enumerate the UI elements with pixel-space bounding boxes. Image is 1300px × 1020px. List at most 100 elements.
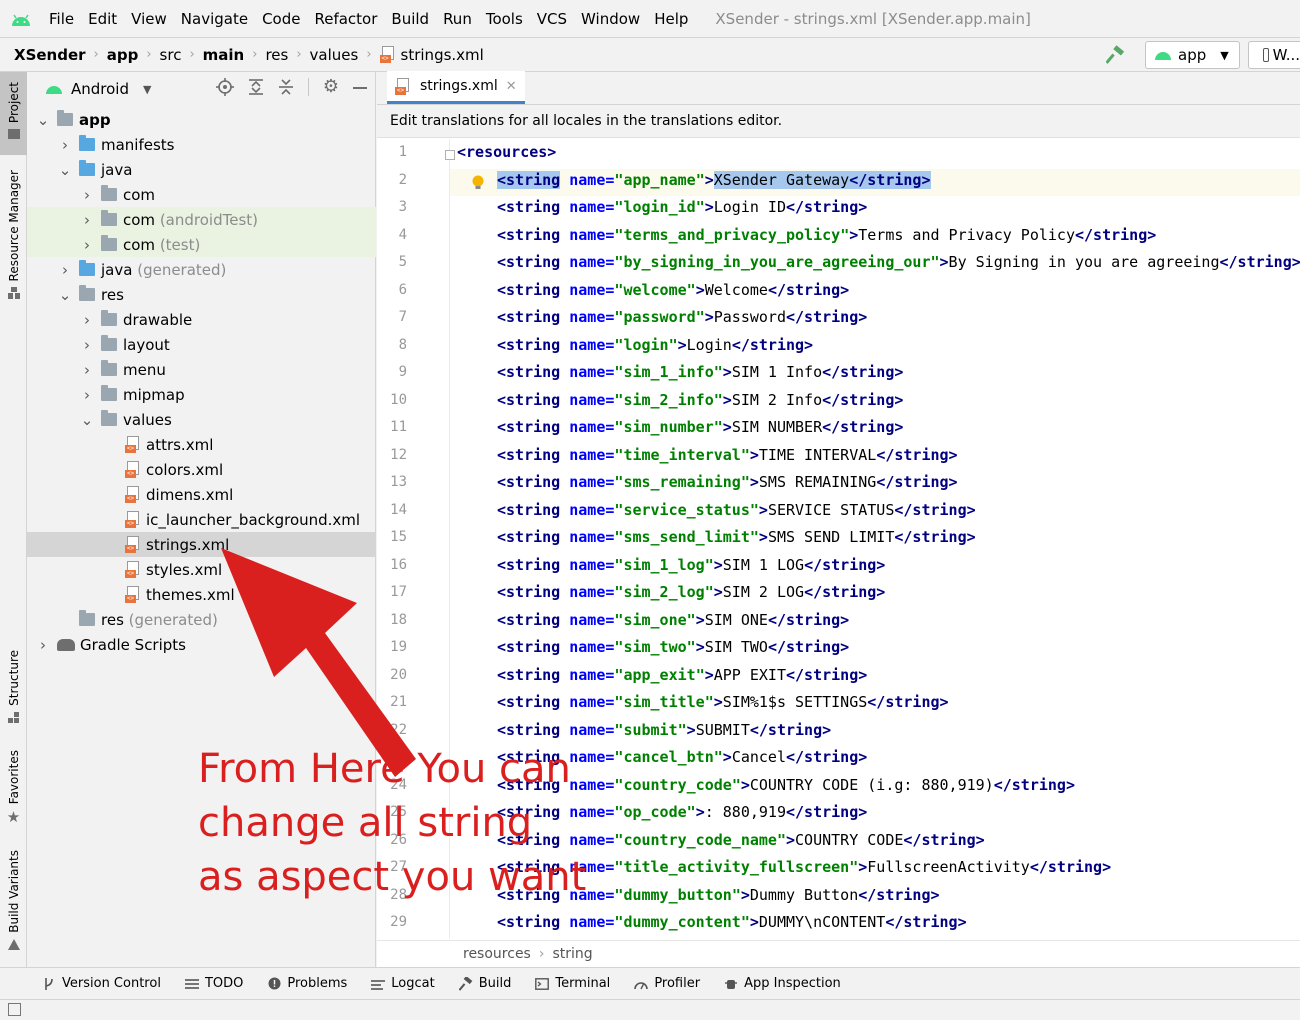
menu-tools[interactable]: Tools	[479, 10, 530, 28]
run-configuration-select[interactable]: app ▼	[1145, 41, 1240, 69]
tree-item-dimens-xml[interactable]: <> dimens.xml	[27, 482, 376, 507]
tool-tab-project[interactable]: Project	[0, 72, 27, 155]
chevron-down-icon[interactable]: ⌄	[59, 286, 72, 304]
tool-tab-build-variants[interactable]: Build Variants	[0, 850, 27, 952]
string-resource-value: Password	[713, 308, 786, 326]
tool-build[interactable]: Build	[458, 976, 511, 991]
tree-item-java-generated[interactable]: › java (generated)	[27, 257, 376, 282]
menu-build[interactable]: Build	[384, 10, 436, 28]
expand-all-icon[interactable]	[248, 78, 264, 96]
tree-item-styles-xml[interactable]: <> styles.xml	[27, 557, 376, 582]
menu-vcs[interactable]: VCS	[530, 10, 574, 28]
tree-item-drawable[interactable]: › drawable	[27, 307, 376, 332]
chevron-down-icon[interactable]: ⌄	[59, 161, 72, 179]
xml-attribute-name: name=	[569, 253, 615, 271]
tool-app-inspection[interactable]: App Inspection	[724, 976, 841, 991]
breadcrumb-values[interactable]: values	[310, 46, 359, 64]
tree-item-label: attrs.xml	[146, 435, 214, 454]
tool-logcat[interactable]: Logcat	[371, 976, 435, 991]
chevron-right-icon[interactable]: ›	[81, 236, 93, 254]
menu-run[interactable]: Run	[436, 10, 479, 28]
locate-target-icon[interactable]	[215, 78, 234, 96]
tool-tab-favorites[interactable]: Favorites ★	[0, 750, 27, 828]
chevron-down-icon[interactable]: ⌄	[37, 111, 50, 129]
tree-item-res[interactable]: ⌄ res	[27, 282, 376, 307]
translations-editor-banner: Edit translations for all locales in the…	[377, 105, 1300, 138]
chevron-right-icon[interactable]: ›	[81, 361, 93, 379]
tree-item-manifests[interactable]: › manifests	[27, 132, 376, 157]
chevron-right-icon[interactable]: ›	[81, 186, 93, 204]
tree-item-attrs-xml[interactable]: <> attrs.xml	[27, 432, 376, 457]
breadcrumb-module[interactable]: app	[107, 46, 139, 64]
string-resource-value: : 880,919	[704, 803, 786, 821]
tool-profiler[interactable]: Profiler	[634, 976, 700, 991]
menu-view[interactable]: View	[124, 10, 174, 28]
xml-close-tag: </string>	[849, 170, 931, 189]
tree-item-gradle-scripts[interactable]: › Gradle Scripts	[27, 632, 376, 657]
close-icon[interactable]: ✕	[506, 79, 517, 94]
menu-refactor[interactable]: Refactor	[307, 10, 384, 28]
editor-breadcrumb-resources[interactable]: resources	[463, 946, 531, 962]
tool-problems[interactable]: Problems	[267, 976, 347, 991]
string-resource-name: app_exit	[623, 665, 696, 684]
module-folder-icon	[57, 110, 73, 126]
editor-breadcrumb-string[interactable]: string	[552, 946, 592, 962]
xml-close-tag: </string>	[786, 665, 868, 684]
tree-item-ic-launcher-background-xml[interactable]: <> ic_launcher_background.xml	[27, 507, 376, 532]
tree-item-app[interactable]: ⌄ app	[27, 107, 376, 132]
tool-version-control[interactable]: Version Control	[42, 976, 161, 991]
minimize-icon[interactable]	[353, 87, 367, 89]
tree-item-com-androidtest[interactable]: › com (androidTest)	[27, 207, 376, 232]
breadcrumb-project[interactable]: XSender	[14, 46, 86, 64]
fold-marker-icon[interactable]	[445, 150, 455, 160]
string-resource-name: login	[623, 335, 669, 354]
menu-file[interactable]: File	[42, 10, 81, 28]
xml-quote: "	[686, 803, 696, 821]
xml-bracket: >	[722, 390, 732, 409]
toggle-tool-windows-icon[interactable]	[8, 1003, 21, 1016]
tree-item-menu[interactable]: › menu	[27, 357, 376, 382]
tree-item-label: values	[123, 410, 172, 429]
tree-item-strings-xml[interactable]: <> strings.xml	[27, 532, 376, 557]
device-select[interactable]: W...	[1248, 41, 1300, 69]
menu-help[interactable]: Help	[647, 10, 695, 28]
tool-terminal[interactable]: Terminal	[535, 976, 610, 991]
chevron-right-icon[interactable]: ›	[59, 261, 71, 279]
chevron-right-icon[interactable]: ›	[37, 636, 49, 654]
tool-todo[interactable]: TODO	[184, 976, 243, 991]
xml-attribute-name: name=	[569, 693, 615, 711]
annotation-line: change all string	[198, 800, 533, 846]
chevron-right-icon[interactable]: ›	[81, 386, 93, 404]
breadcrumb-src[interactable]: src	[160, 46, 182, 64]
breadcrumb-file[interactable]: <> strings.xml	[379, 46, 484, 64]
project-view-mode[interactable]: Android	[71, 80, 129, 98]
breadcrumb-res[interactable]: res	[265, 46, 288, 64]
tree-item-layout[interactable]: › layout	[27, 332, 376, 357]
tool-tab-structure[interactable]: Structure	[0, 650, 27, 726]
tree-item-mipmap[interactable]: › mipmap	[27, 382, 376, 407]
make-project-hammer-icon[interactable]	[1103, 42, 1129, 68]
tree-item-com[interactable]: › com	[27, 182, 376, 207]
gear-icon[interactable]: ⚙	[323, 78, 339, 96]
menu-code[interactable]: Code	[255, 10, 307, 28]
dropdown-triangle-icon[interactable]: ▼	[143, 83, 151, 96]
gradle-elephant-icon	[57, 638, 75, 651]
menu-edit[interactable]: Edit	[81, 10, 124, 28]
tree-item-java[interactable]: ⌄ java	[27, 157, 376, 182]
breadcrumb-main[interactable]: main	[203, 46, 245, 64]
editor-tab-strings-xml[interactable]: <> strings.xml ✕	[387, 71, 525, 104]
tree-item-colors-xml[interactable]: <> colors.xml	[27, 457, 376, 482]
tool-tab-resource-manager[interactable]: Resource Manager	[0, 170, 27, 310]
chevron-right-icon[interactable]: ›	[59, 136, 71, 154]
chevron-right-icon[interactable]: ›	[81, 211, 93, 229]
tree-item-res-generated[interactable]: res (generated)	[27, 607, 376, 632]
chevron-down-icon[interactable]: ⌄	[81, 411, 94, 429]
collapse-all-icon[interactable]	[278, 78, 294, 96]
tree-item-values[interactable]: ⌄ values	[27, 407, 376, 432]
tree-item-themes-xml[interactable]: <> themes.xml	[27, 582, 376, 607]
tree-item-com-test[interactable]: › com (test)	[27, 232, 376, 257]
menu-navigate[interactable]: Navigate	[174, 10, 255, 28]
chevron-right-icon[interactable]: ›	[81, 311, 93, 329]
menu-window[interactable]: Window	[574, 10, 647, 28]
chevron-right-icon[interactable]: ›	[81, 336, 93, 354]
